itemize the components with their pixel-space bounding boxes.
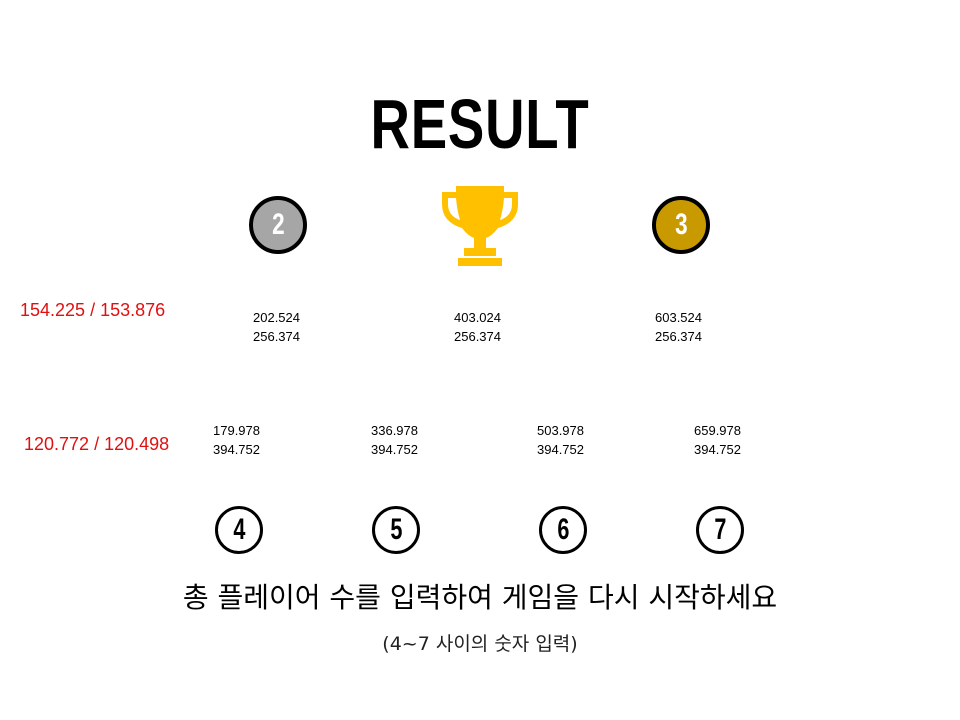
top-coord-3-x: 603.524 [655, 310, 702, 325]
top-coord-1-y: 256.374 [253, 329, 300, 344]
input-range-hint: (4~7 사이의 숫자 입력) [382, 633, 578, 655]
player-count-7-label: 7 [713, 513, 727, 546]
third-place-label: 3 [674, 208, 688, 241]
bottom-coord-4-y: 394.752 [694, 442, 741, 457]
second-place-label: 2 [271, 208, 285, 241]
top-coord-2-y: 256.374 [454, 329, 501, 344]
top-coord-3: 603.524 256.374 [655, 308, 702, 346]
bottom-coord-3-x: 503.978 [537, 423, 584, 438]
player-count-6-label: 6 [556, 513, 570, 546]
bottom-row-ratio: 120.772 / 120.498 [24, 434, 170, 454]
bottom-coord-1-x: 179.978 [213, 423, 260, 438]
bottom-coord-2: 336.978 394.752 [371, 421, 418, 459]
bottom-coord-1: 179.978 394.752 [213, 421, 260, 459]
bottom-coord-3-y: 394.752 [537, 442, 584, 457]
top-row-ratio: 154.225 / 153.876 [20, 300, 166, 320]
player-count-4-button[interactable]: 4 [215, 506, 263, 554]
restart-instruction: 총 플레이어 수를 입력하여 게임을 다시 시작하세요 [182, 581, 778, 614]
bottom-coord-2-y: 394.752 [371, 442, 418, 457]
player-count-5-button[interactable]: 5 [372, 506, 420, 554]
top-coord-1-x: 202.524 [253, 310, 300, 325]
third-place-medal: 3 [652, 196, 710, 254]
result-title: RESULT [370, 85, 590, 163]
bottom-coord-4-x: 659.978 [694, 423, 741, 438]
top-coord-3-y: 256.374 [655, 329, 702, 344]
top-coord-2: 403.024 256.374 [454, 308, 501, 346]
bottom-coord-4: 659.978 394.752 [694, 421, 741, 459]
player-count-7-button[interactable]: 7 [696, 506, 744, 554]
bottom-coord-2-x: 336.978 [371, 423, 418, 438]
top-coord-2-x: 403.024 [454, 310, 501, 325]
second-place-medal: 2 [249, 196, 307, 254]
player-count-4-label: 4 [232, 513, 246, 546]
bottom-coord-1-y: 394.752 [213, 442, 260, 457]
player-count-6-button[interactable]: 6 [539, 506, 587, 554]
player-count-5-label: 5 [389, 513, 403, 546]
bottom-coord-3: 503.978 394.752 [537, 421, 584, 459]
trophy-icon [442, 186, 518, 266]
top-coord-1: 202.524 256.374 [253, 308, 300, 346]
